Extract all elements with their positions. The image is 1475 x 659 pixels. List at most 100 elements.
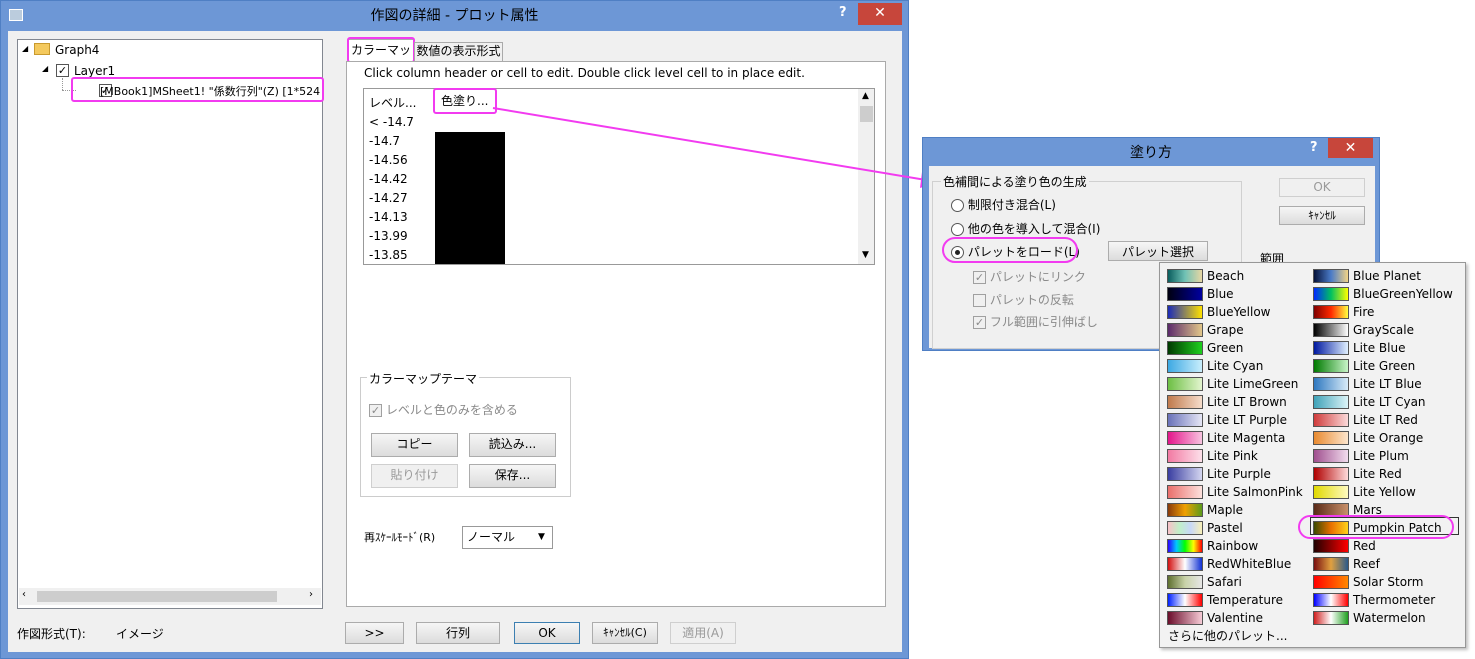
palette-name: Lite Yellow xyxy=(1353,485,1416,499)
palette-swatch xyxy=(1313,593,1349,607)
palette-swatch xyxy=(1313,431,1349,445)
palette-swatch xyxy=(1313,611,1349,625)
palette-item[interactable]: Lite LT Purple xyxy=(1167,411,1312,429)
palette-name: Thermometer xyxy=(1353,593,1436,607)
palette-item[interactable]: Solar Storm xyxy=(1313,573,1458,591)
palette-item[interactable]: RedWhiteBlue xyxy=(1167,555,1312,573)
palette-item[interactable]: Pastel xyxy=(1167,519,1312,537)
palette-item[interactable]: Blue Planet xyxy=(1313,267,1458,285)
palette-swatch xyxy=(1167,395,1203,409)
palette-item[interactable]: Lite Orange xyxy=(1313,429,1458,447)
stretch-label: フル範囲に引伸ばし xyxy=(989,315,1098,329)
palette-item[interactable]: Valentine xyxy=(1167,609,1312,627)
stretch-row[interactable]: ✓ フル範囲に引伸ばし xyxy=(973,313,1098,330)
palette-swatch xyxy=(1313,359,1349,373)
palette-swatch xyxy=(1313,395,1349,409)
palette-swatch xyxy=(1313,269,1349,283)
palette-swatch xyxy=(1167,449,1203,463)
palette-name: Blue xyxy=(1207,287,1234,301)
palette-item[interactable]: Lite Green xyxy=(1313,357,1458,375)
palette-name: Beach xyxy=(1207,269,1245,283)
highlight-pumpkin xyxy=(1298,515,1454,539)
palette-item[interactable]: Reef xyxy=(1313,555,1458,573)
palette-item[interactable]: Fire xyxy=(1313,303,1458,321)
palette-name: Lite Green xyxy=(1353,359,1416,373)
palette-item[interactable]: Lite Yellow xyxy=(1313,483,1458,501)
palette-swatch xyxy=(1313,467,1349,481)
palette-name: Lite LT Cyan xyxy=(1353,395,1426,409)
palette-item[interactable]: Red xyxy=(1313,537,1458,555)
palette-item[interactable]: BlueYellow xyxy=(1167,303,1312,321)
palette-name: Temperature xyxy=(1207,593,1284,607)
palette-swatch xyxy=(1167,377,1203,391)
palette-swatch xyxy=(1167,593,1203,607)
palette-item[interactable]: Lite Red xyxy=(1313,465,1458,483)
palette-item[interactable]: Safari xyxy=(1167,573,1312,591)
palette-item[interactable]: Temperature xyxy=(1167,591,1312,609)
palette-item[interactable]: Lite LT Red xyxy=(1313,411,1458,429)
palette-item[interactable]: Lite LimeGreen xyxy=(1167,375,1312,393)
palette-item[interactable]: Rainbow xyxy=(1167,537,1312,555)
palette-menu: Beach Blue BlueYellow Grape Green Lite Cyan Li… xyxy=(1159,262,1466,648)
palette-item[interactable]: Lite Blue xyxy=(1313,339,1458,357)
reverse-palette-checkbox[interactable] xyxy=(973,294,986,307)
more-palettes[interactable]: さらに他のパレット... xyxy=(1168,627,1287,644)
palette-item[interactable]: Lite LT Brown xyxy=(1167,393,1312,411)
palette-item[interactable]: GrayScale xyxy=(1313,321,1458,339)
palette-select-button[interactable]: パレット選択 xyxy=(1108,241,1208,261)
palette-item[interactable]: BlueGreenYellow xyxy=(1313,285,1458,303)
palette-name: Watermelon xyxy=(1353,611,1426,625)
palette-name: Lite SalmonPink xyxy=(1207,485,1303,499)
palette-swatch xyxy=(1167,323,1203,337)
palette-item[interactable]: Watermelon xyxy=(1313,609,1458,627)
link-palette-row[interactable]: ✓ パレットにリンク xyxy=(973,268,1086,285)
palette-item[interactable]: Lite SalmonPink xyxy=(1167,483,1312,501)
stretch-checkbox[interactable]: ✓ xyxy=(973,316,986,329)
fill-close-button[interactable]: ✕ xyxy=(1328,138,1373,158)
fill-group-label: 色補間による塗り色の生成 xyxy=(941,173,1089,190)
palette-name: Rainbow xyxy=(1207,539,1259,553)
palette-item[interactable]: Blue xyxy=(1167,285,1312,303)
palette-name: Lite Magenta xyxy=(1207,431,1286,445)
palette-name: Blue Planet xyxy=(1353,269,1421,283)
palette-item[interactable]: Beach xyxy=(1167,267,1312,285)
fill-help-icon[interactable]: ? xyxy=(1310,140,1318,155)
palette-name: Solar Storm xyxy=(1353,575,1424,589)
palette-item[interactable]: Thermometer xyxy=(1313,591,1458,609)
palette-swatch xyxy=(1167,521,1203,535)
palette-item[interactable]: Lite Magenta xyxy=(1167,429,1312,447)
palette-swatch xyxy=(1167,539,1203,553)
palette-item[interactable]: Lite Purple xyxy=(1167,465,1312,483)
palette-name: Fire xyxy=(1353,305,1375,319)
palette-swatch xyxy=(1167,575,1203,589)
reverse-palette-row[interactable]: パレットの反転 xyxy=(973,291,1074,308)
palette-name: BlueGreenYellow xyxy=(1353,287,1453,301)
palette-swatch xyxy=(1167,611,1203,625)
palette-swatch xyxy=(1167,485,1203,499)
palette-swatch xyxy=(1167,359,1203,373)
fill-ok-button[interactable]: OK xyxy=(1279,178,1365,197)
palette-item[interactable]: Green xyxy=(1167,339,1312,357)
palette-item[interactable]: Lite Cyan xyxy=(1167,357,1312,375)
palette-name: RedWhiteBlue xyxy=(1207,557,1292,571)
radio-introduce-label: 他の色を導入して混合(I) xyxy=(967,222,1101,236)
palette-name: Pastel xyxy=(1207,521,1243,535)
radio-limited-row[interactable]: 制限付き混合(L) xyxy=(951,196,1056,213)
palette-item[interactable]: Lite LT Blue xyxy=(1313,375,1458,393)
radio-introduce[interactable] xyxy=(951,223,964,236)
palette-name: Lite LT Brown xyxy=(1207,395,1287,409)
link-palette-label: パレットにリンク xyxy=(989,270,1086,284)
palette-swatch xyxy=(1167,557,1203,571)
radio-introduce-row[interactable]: 他の色を導入して混合(I) xyxy=(951,220,1100,237)
radio-limited[interactable] xyxy=(951,199,964,212)
palette-item[interactable]: Lite Pink xyxy=(1167,447,1312,465)
palette-item[interactable]: Lite LT Cyan xyxy=(1313,393,1458,411)
palette-item[interactable]: Lite Plum xyxy=(1313,447,1458,465)
palette-item[interactable]: Maple xyxy=(1167,501,1312,519)
fill-cancel-button[interactable]: ｷｬﾝｾﾙ xyxy=(1279,206,1365,225)
palette-swatch xyxy=(1167,467,1203,481)
link-palette-checkbox[interactable]: ✓ xyxy=(973,271,986,284)
palette-item[interactable]: Grape xyxy=(1167,321,1312,339)
palette-swatch xyxy=(1313,449,1349,463)
palette-swatch xyxy=(1313,341,1349,355)
